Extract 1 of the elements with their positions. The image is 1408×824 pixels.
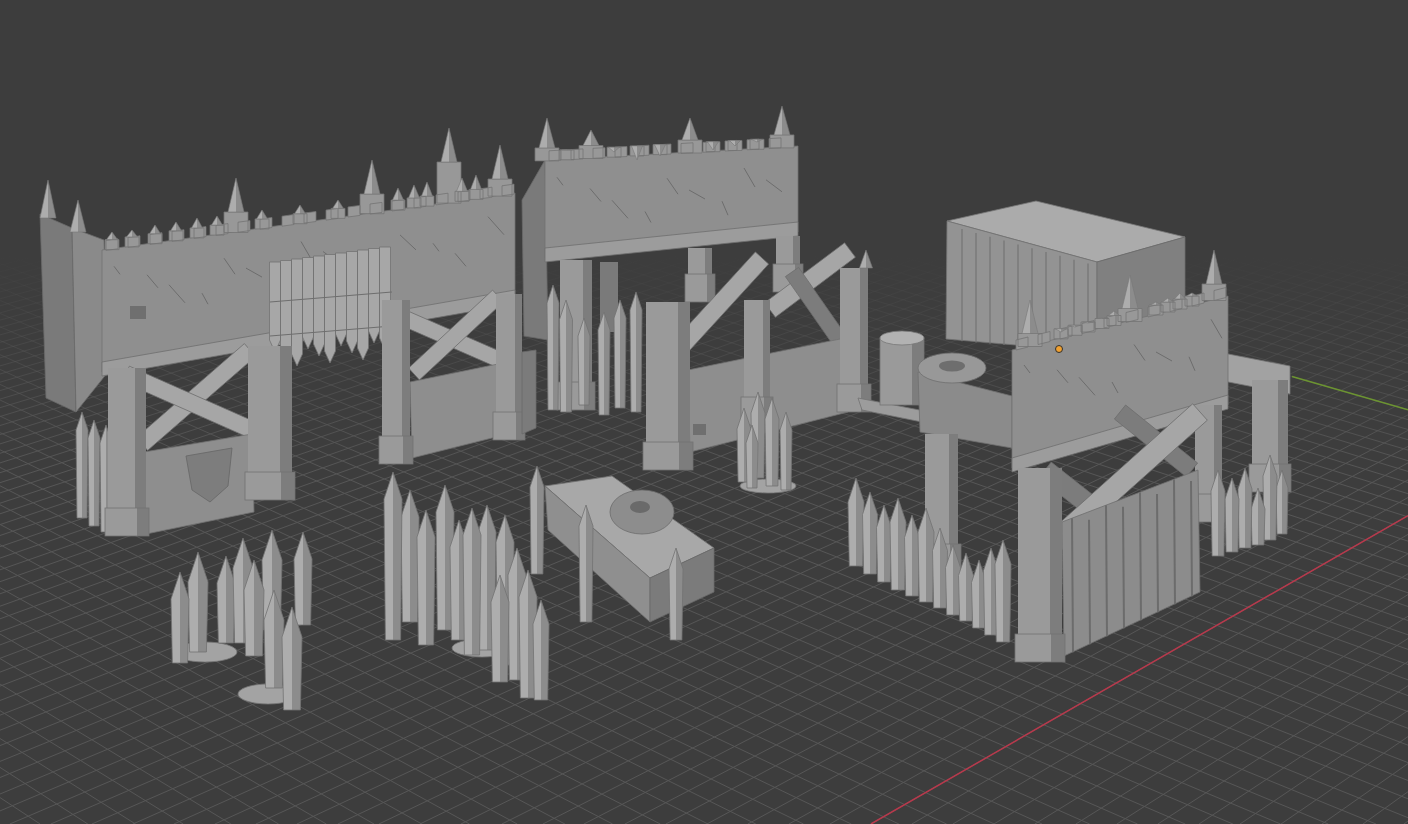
origin-dot-icon: [1055, 345, 1063, 353]
